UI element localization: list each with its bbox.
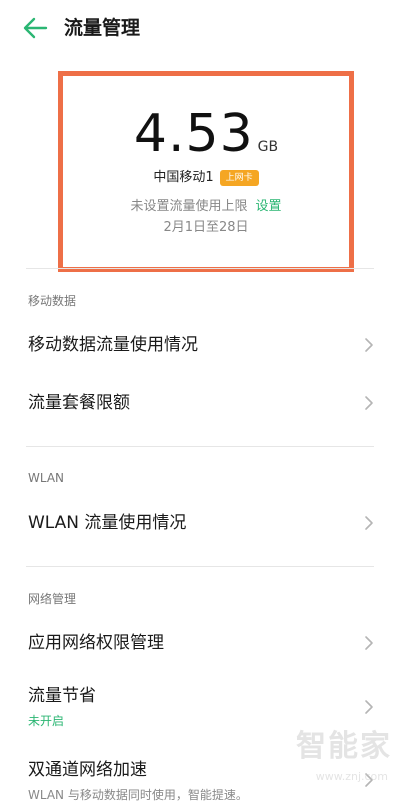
section-header-wlan: WLAN bbox=[28, 471, 65, 485]
back-arrow-icon[interactable] bbox=[22, 16, 48, 40]
watermark-text: 智能家 bbox=[296, 729, 392, 764]
list-item-label: 应用网络权限管理 bbox=[28, 633, 164, 653]
billing-period: 2月1日至28日 bbox=[163, 220, 249, 235]
chevron-right-icon bbox=[365, 516, 373, 530]
list-item-wlan-usage[interactable]: WLAN 流量使用情况 bbox=[0, 498, 400, 548]
divider bbox=[26, 268, 374, 269]
sim-name: 中国移动1 bbox=[153, 170, 214, 185]
watermark-url: www.znj.com bbox=[315, 770, 388, 783]
usage-value: 4.53 GB bbox=[63, 104, 349, 164]
chevron-right-icon bbox=[365, 636, 373, 650]
chevron-right-icon bbox=[365, 338, 373, 352]
list-item-plan-limit[interactable]: 流量套餐限额 bbox=[0, 378, 400, 428]
list-item-label: 流量节省 bbox=[28, 686, 96, 706]
list-item-label: WLAN 流量使用情况 bbox=[28, 513, 187, 533]
divider bbox=[26, 566, 374, 567]
data-usage-summary-card: 4.53 GB 中国移动1 上网卡 未设置流量使用上限 设置 2月1日至28日 bbox=[58, 71, 354, 272]
list-item-data-saver[interactable]: 流量节省 未开启 bbox=[0, 676, 400, 736]
dual-channel-description: WLAN 与移动数据同时使用，智能提速。 bbox=[28, 788, 248, 802]
list-item-label: 移动数据流量使用情况 bbox=[28, 335, 198, 355]
page-title: 流量管理 bbox=[64, 17, 141, 39]
section-header-network: 网络管理 bbox=[28, 592, 77, 606]
list-item-label: 流量套餐限额 bbox=[28, 393, 130, 413]
usage-number: 4.53 bbox=[133, 104, 254, 164]
limit-row: 未设置流量使用上限 设置 bbox=[63, 197, 349, 217]
app-header: 流量管理 bbox=[0, 0, 400, 56]
list-item-label: 双通道网络加速 bbox=[28, 760, 147, 780]
list-item-mobile-data-usage[interactable]: 移动数据流量使用情况 bbox=[0, 320, 400, 370]
set-limit-link[interactable]: 设置 bbox=[256, 199, 282, 214]
chevron-right-icon bbox=[365, 700, 373, 714]
usage-unit: GB bbox=[257, 139, 279, 155]
limit-status-text: 未设置流量使用上限 bbox=[130, 199, 248, 214]
watermark: 智能家 www.znj.com bbox=[282, 730, 392, 790]
divider bbox=[26, 446, 374, 447]
data-saver-status: 未开启 bbox=[28, 714, 65, 728]
list-item-app-network-permissions[interactable]: 应用网络权限管理 bbox=[0, 618, 400, 668]
chevron-right-icon bbox=[365, 396, 373, 410]
section-header-mobile-data: 移动数据 bbox=[28, 294, 77, 308]
sim-badge: 上网卡 bbox=[219, 170, 259, 186]
sim-row: 中国移动1 上网卡 bbox=[63, 168, 349, 188]
